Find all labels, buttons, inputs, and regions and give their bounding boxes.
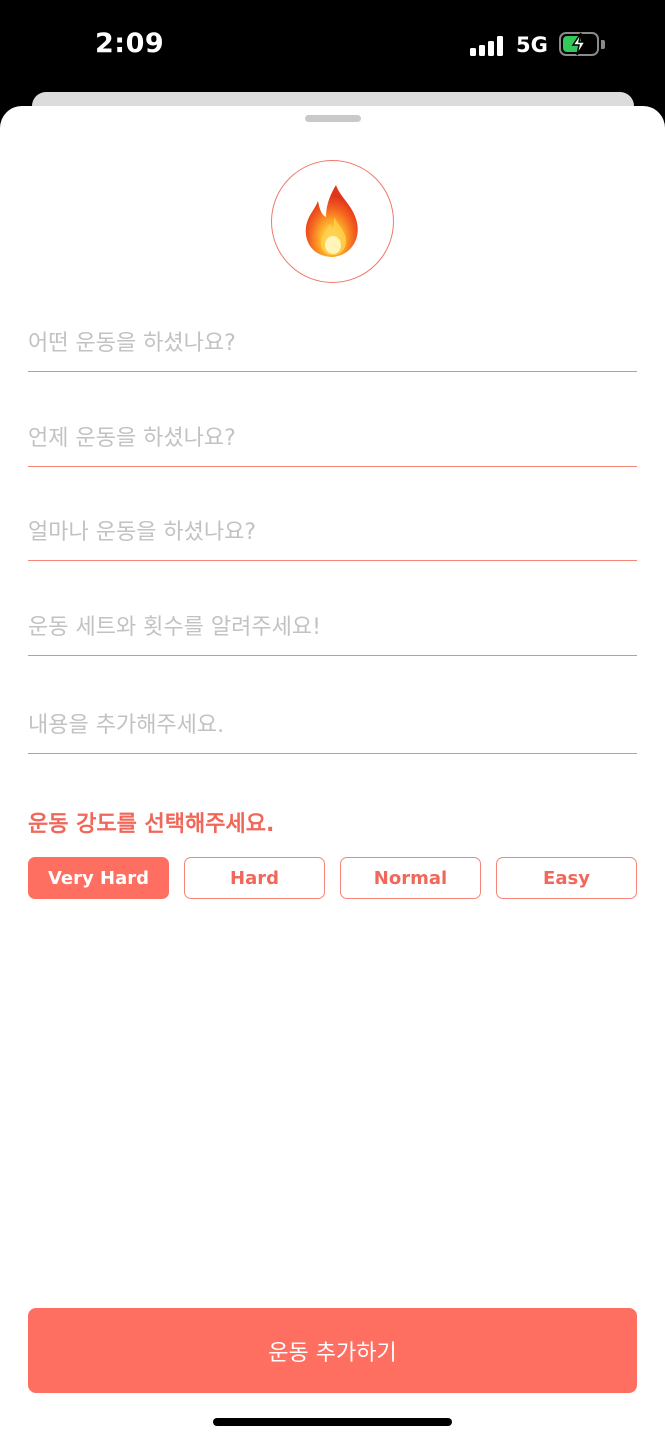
add-workout-sheet: 운동 강도를 선택해주세요. Very Hard Hard Normal Eas… <box>0 106 665 1440</box>
intensity-hard-button[interactable]: Hard <box>184 857 325 899</box>
intensity-easy-button[interactable]: Easy <box>496 857 637 899</box>
exercise-type-input[interactable] <box>28 325 637 361</box>
sheet-grabber[interactable] <box>305 115 361 122</box>
exercise-date-input[interactable] <box>28 420 637 456</box>
status-bar: 2:09 5G <box>0 0 665 92</box>
intensity-label: 운동 강도를 선택해주세요. <box>28 812 275 837</box>
exercise-duration-input[interactable] <box>28 514 637 550</box>
add-workout-button[interactable]: 운동 추가하기 <box>28 1308 637 1393</box>
intensity-very-hard-button[interactable]: Very Hard <box>28 857 169 899</box>
network-label: 5G <box>516 33 548 57</box>
battery-charging-icon <box>559 32 605 56</box>
memo-field[interactable] <box>28 694 637 754</box>
intensity-normal-button[interactable]: Normal <box>340 857 481 899</box>
sets-reps-input[interactable] <box>28 609 637 645</box>
exercise-type-field[interactable] <box>28 312 637 372</box>
status-time: 2:09 <box>95 28 165 59</box>
emoji-button[interactable] <box>271 160 394 283</box>
signal-icon <box>470 36 506 56</box>
fire-icon <box>305 185 358 257</box>
exercise-date-field[interactable] <box>28 407 637 467</box>
home-indicator[interactable] <box>213 1418 452 1426</box>
sets-reps-field[interactable] <box>28 596 637 656</box>
memo-input[interactable] <box>28 707 637 743</box>
exercise-duration-field[interactable] <box>28 501 637 561</box>
